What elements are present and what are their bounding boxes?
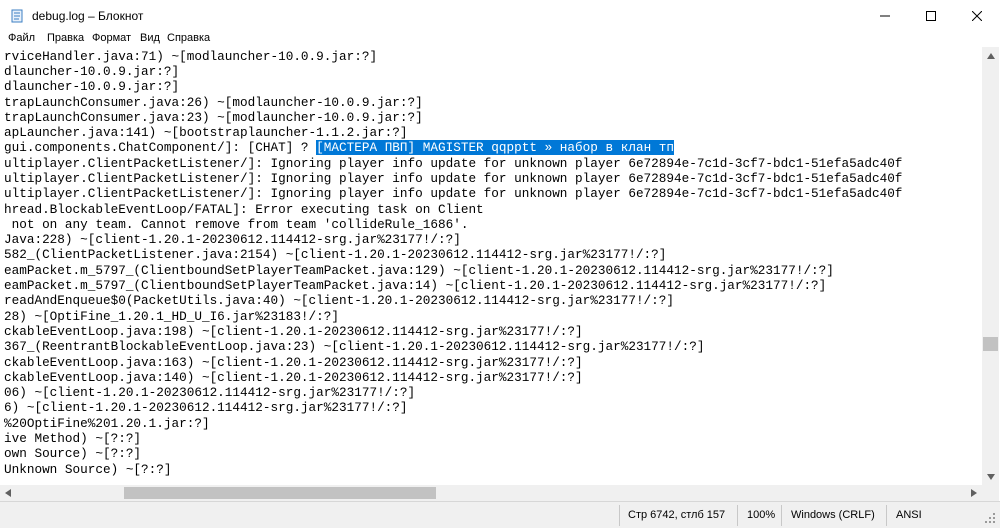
vertical-scrollbar[interactable] [982,47,999,485]
text-line: ultiplayer.ClientPacketListener/]: Ignor… [4,186,903,201]
text-line: %20OptiFine%201.20.1.jar:?] [4,416,210,431]
encoding: ANSI [896,509,922,521]
horizontal-scrollbar[interactable] [0,485,982,501]
text-line: trapLaunchConsumer.java:26) ~[modlaunche… [4,95,423,110]
text-line: dlauncher-10.0.9.jar:?] [4,79,180,94]
text-line: 582_(ClientPacketListener.java:2154) ~[c… [4,247,667,262]
resize-grip-icon[interactable] [984,512,996,524]
chevron-down-icon [986,473,995,480]
scrollbar-corner [982,485,999,501]
maximize-button[interactable] [908,0,954,32]
text-line: eamPacket.m_5797_(ClientboundSetPlayerTe… [4,263,834,278]
text-line: rviceHandler.java:71) ~[modlauncher-10.0… [4,49,378,64]
scroll-down-arrow[interactable] [982,468,999,485]
zoom-level: 100% [747,509,776,521]
text-line: Java:228) ~[client-1.20.1-20230612.11441… [4,232,461,247]
text-line: ckableEventLoop.java:163) ~[client-1.20.… [4,355,583,370]
scroll-right-arrow[interactable] [966,485,982,501]
text-line: ive Method) ~[?:?] [4,431,142,446]
status-divider [737,505,738,526]
minimize-button[interactable] [862,0,908,32]
text-line: readAndEnqueue$0(PacketUtils.java:40) ~[… [4,293,675,308]
text-line: Unknown Source) ~[?:?] [4,462,172,477]
menu-view[interactable]: Вид [140,32,160,44]
status-bar: Стр 6742, стлб 157 100% Windows (CRLF) A… [0,501,1000,528]
text-line: 367_(ReentrantBlockableEventLoop.java:23… [4,339,705,354]
text-line: eamPacket.m_5797_(ClientboundSetPlayerTe… [4,278,827,293]
menu-file[interactable]: Файл [8,32,35,44]
chevron-right-icon [971,489,977,497]
menu-edit[interactable]: Правка [47,32,84,44]
title-bar[interactable]: debug.log – Блокнот [0,0,1000,32]
text-line: 06) ~[client-1.20.1-20230612.114412-srg.… [4,385,416,400]
line-endings: Windows (CRLF) [791,509,875,521]
text-line-prefix: gui.components.ChatComponent/]: [CHAT] ? [4,140,317,155]
text-line: apLauncher.java:141) ~[bootstraplauncher… [4,125,408,140]
text-line: ckableEventLoop.java:140) ~[client-1.20.… [4,370,583,385]
close-button[interactable] [954,0,1000,32]
selected-text[interactable]: [МАСТЕРА ПВП] MAGISTER qqpptt » набор в … [316,140,675,155]
text-line-selected: gui.components.ChatComponent/]: [CHAT] ?… [4,140,675,155]
text-line: 6) ~[client-1.20.1-20230612.114412-srg.j… [4,400,408,415]
text-line: hread.BlockableEventLoop/FATAL]: Error e… [4,202,484,217]
notepad-icon [11,9,23,23]
menu-bar: Файл Правка Формат Вид Справка [0,32,1000,46]
text-line: trapLaunchConsumer.java:23) ~[modlaunche… [4,110,423,125]
text-line: dlauncher-10.0.9.jar:?] [4,64,180,79]
window-title: debug.log – Блокнот [32,9,144,23]
chevron-up-icon [986,52,995,59]
scroll-left-arrow[interactable] [0,485,16,501]
status-divider [886,505,887,526]
maximize-icon [926,11,936,21]
horizontal-scroll-thumb[interactable] [124,487,436,499]
cursor-position: Стр 6742, стлб 157 [628,509,726,521]
text-line: 28) ~[OptiFine_1.20.1_HD_U_I6.jar%23183!… [4,309,340,324]
status-divider [781,505,782,526]
text-line: ckableEventLoop.java:198) ~[client-1.20.… [4,324,583,339]
menu-format[interactable]: Формат [92,32,131,44]
notepad-window: debug.log – Блокнот Файл Правка Формат В… [0,0,1000,528]
chevron-left-icon [5,489,11,497]
text-line: not on any team. Cannot remove from team… [4,217,469,232]
scroll-up-arrow[interactable] [982,47,999,64]
minimize-icon [880,15,890,17]
text-line: ultiplayer.ClientPacketListener/]: Ignor… [4,171,903,186]
text-line: own Source) ~[?:?] [4,446,142,461]
status-divider [619,505,620,526]
vertical-scroll-thumb[interactable] [983,337,998,351]
text-editor[interactable]: rviceHandler.java:71) ~[modlauncher-10.0… [0,47,982,485]
menu-help[interactable]: Справка [167,32,210,44]
close-icon [972,11,982,21]
text-line: ultiplayer.ClientPacketListener/]: Ignor… [4,156,903,171]
